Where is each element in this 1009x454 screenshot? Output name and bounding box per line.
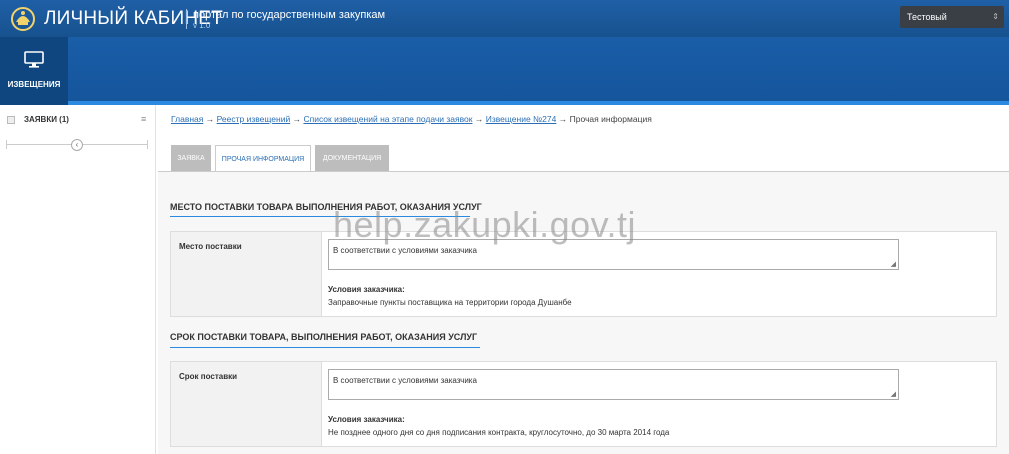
resize-grip-icon[interactable]: ◢ <box>891 260 896 268</box>
delivery-term-row: Срок поставки В соответствии с условиями… <box>170 361 997 447</box>
version-label: v 1.0 <box>193 21 211 30</box>
breadcrumb: Главная → Реестр извещений → Список изве… <box>171 114 652 124</box>
monitor-icon <box>24 51 44 68</box>
customer-conditions-heading: Условия заказчика: <box>328 415 405 424</box>
menu-icon[interactable]: ≡ <box>141 114 146 124</box>
list-icon <box>7 116 15 124</box>
main-nav <box>0 37 1009 101</box>
collapse-sidebar-button[interactable]: ‹ <box>71 139 83 151</box>
breadcrumb-home[interactable]: Главная <box>171 114 203 124</box>
customer-conditions-heading: Условия заказчика: <box>328 285 405 294</box>
field-label-delivery-term: Срок поставки <box>171 362 322 446</box>
user-menu-button[interactable]: Тестовый пользователь ⇕ <box>900 6 1004 44</box>
section-underline <box>170 347 480 348</box>
resize-grip-icon[interactable]: ◢ <box>891 390 896 398</box>
section-title-delivery-term: СРОК ПОСТАВКИ ТОВАРА, ВЫПОЛНЕНИЯ РАБОТ, … <box>170 332 478 342</box>
nav-item-notices[interactable]: ИЗВЕЩЕНИЯ <box>0 37 68 105</box>
top-bar: ЛИЧНЫЙ КАБИНЕТ портал по государственным… <box>0 0 1009 44</box>
customer-conditions-text: Не позднее одного дня со дня подписания … <box>328 428 670 437</box>
breadcrumb-registry[interactable]: Реестр извещений <box>217 114 291 124</box>
dropdown-arrow-icon: ⇕ <box>992 12 999 21</box>
sidebar-divider-right <box>147 140 148 149</box>
customer-conditions-text: Заправочные пункты поставщика на террито… <box>328 298 572 307</box>
breadcrumb-sep: → <box>474 114 484 124</box>
watermark: help.zakupki.gov.tj <box>333 204 637 245</box>
sidebar-item-label: ЗАЯВКИ (1) <box>24 115 69 124</box>
delivery-term-value: В соответствии с условиями заказчика <box>333 376 477 385</box>
field-label-delivery-place: Место поставки <box>171 232 322 316</box>
breadcrumb-notice[interactable]: Извещение №274 <box>486 114 557 124</box>
breadcrumb-sep: → <box>558 114 568 124</box>
tab-divider <box>158 171 1009 172</box>
emblem-icon <box>11 7 35 31</box>
delivery-place-value: В соответствии с условиями заказчика <box>333 246 477 255</box>
breadcrumb-sep: → <box>292 114 302 124</box>
sidebar: ЗАЯВКИ (1) ≡ ‹ <box>0 105 156 454</box>
breadcrumb-list[interactable]: Список извещений на этапе подачи заявок <box>303 114 472 124</box>
breadcrumb-current: Прочая информация <box>569 114 652 124</box>
breadcrumb-sep: → <box>205 114 215 124</box>
sidebar-item-applications[interactable]: ЗАЯВКИ (1) ≡ <box>0 112 156 130</box>
tab-other-info[interactable]: ПРОЧАЯ ИНФОРМАЦИЯ <box>215 145 311 172</box>
delivery-term-textarea[interactable]: В соответствии с условиями заказчика ◢ <box>328 369 899 400</box>
nav-item-label: ИЗВЕЩЕНИЯ <box>7 80 61 89</box>
brand-divider <box>186 9 187 29</box>
tab-documentation[interactable]: ДОКУМЕНТАЦИЯ <box>315 145 389 172</box>
portal-subtitle: портал по государственным закупкам <box>193 9 386 21</box>
tab-application[interactable]: ЗАЯВКА <box>171 145 211 172</box>
sidebar-divider-left <box>6 140 7 149</box>
